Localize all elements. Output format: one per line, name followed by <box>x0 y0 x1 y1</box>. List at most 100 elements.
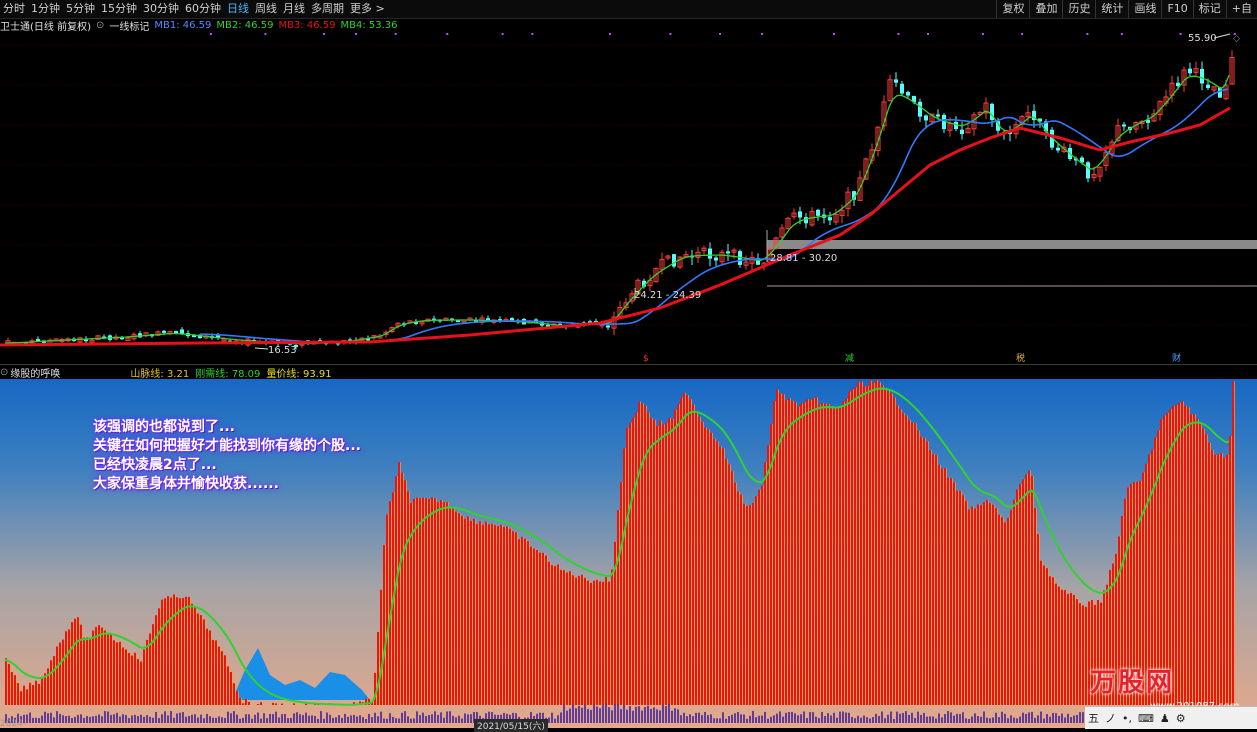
histogram-bar <box>59 642 61 705</box>
histogram-bar <box>728 464 730 705</box>
histogram-bar <box>590 582 592 705</box>
volume-bar <box>902 712 904 723</box>
histogram-bar <box>5 658 7 705</box>
histogram-bar <box>881 385 883 705</box>
volume-bar <box>110 714 112 723</box>
histogram-bar <box>947 477 949 705</box>
volume-bar <box>845 712 847 723</box>
histogram-bar <box>173 594 175 705</box>
volume-bar <box>251 718 253 723</box>
histogram-bar <box>1031 476 1033 705</box>
histogram-bar-edge <box>517 532 518 705</box>
histogram-bar-edge <box>1069 593 1070 705</box>
volume-bar <box>212 717 214 723</box>
histogram-bar-edge <box>943 468 944 705</box>
volume-bar <box>581 707 583 723</box>
indicator-chart[interactable] <box>0 0 1257 728</box>
histogram-bar-edge <box>187 596 188 705</box>
histogram-bar <box>1079 603 1081 705</box>
ime-icon-4[interactable]: ♟ <box>1160 712 1170 725</box>
overlay-line-2: 关键在如何把握好才能找到你有缘的个股... <box>93 438 361 454</box>
histogram-bar-edge <box>625 448 626 705</box>
histogram-bar-edge <box>838 407 839 705</box>
volume-bar <box>392 716 394 723</box>
histogram-bar-edge <box>121 641 122 705</box>
volume-bar <box>641 710 643 723</box>
histogram-bar-edge <box>916 423 917 705</box>
ime-icon-0[interactable]: 五 <box>1088 710 1099 726</box>
volume-bar <box>233 711 235 723</box>
volume-bar <box>368 713 370 723</box>
volume-bar <box>749 715 751 723</box>
volume-bar <box>770 716 772 723</box>
histogram-bar <box>608 581 610 705</box>
ime-icon-1[interactable]: ノ <box>1105 710 1116 726</box>
histogram-bar-edge <box>946 468 947 705</box>
histogram-bar <box>551 565 553 705</box>
histogram-bar <box>275 703 277 705</box>
histogram-bar-edge <box>700 416 701 705</box>
histogram-bar-edge <box>643 403 644 705</box>
histogram-bar <box>716 441 718 705</box>
histogram-bar-edge <box>10 663 11 705</box>
volume-bar <box>119 716 121 723</box>
histogram-bar-edge <box>136 652 137 705</box>
volume-bar <box>188 715 190 723</box>
ime-icon-3[interactable]: ⌨ <box>1138 712 1154 725</box>
volume-bar <box>620 709 622 723</box>
histogram-bar-edge <box>505 527 506 705</box>
histogram-bar <box>1076 599 1078 705</box>
histogram-bar-edge <box>817 397 818 705</box>
ime-icon-5[interactable]: ⚙ <box>1176 712 1186 725</box>
volume-bar <box>842 711 844 723</box>
histogram-bar <box>293 703 295 705</box>
histogram-bar <box>458 513 460 705</box>
histogram-bar <box>125 649 127 705</box>
volume-bar <box>344 713 346 723</box>
volume-bar <box>908 714 910 723</box>
volume-bar <box>560 712 562 723</box>
histogram-bar-edge <box>868 386 869 705</box>
histogram-bar-edge <box>283 703 284 705</box>
histogram-bar-edge <box>175 594 176 705</box>
histogram-bar-edge <box>565 570 566 705</box>
histogram-bar <box>140 661 142 705</box>
histogram-bar-edge <box>1009 517 1010 705</box>
ime-icon-2[interactable]: •, <box>1122 712 1132 725</box>
histogram-bar-edge <box>169 596 170 705</box>
histogram-bar-edge <box>739 491 740 705</box>
histogram-bar-edge <box>37 680 38 705</box>
histogram-bar-edge <box>133 655 134 705</box>
histogram-bar-edge <box>259 704 260 705</box>
histogram-bar <box>563 570 565 705</box>
histogram-bar <box>743 503 745 705</box>
histogram-bar <box>230 671 232 705</box>
histogram-bar-edge <box>490 524 491 705</box>
volume-bar <box>776 713 778 723</box>
histogram-bar-edge <box>814 397 815 705</box>
volume-bar <box>365 718 367 723</box>
histogram-bar-edge <box>670 417 671 705</box>
histogram-bar-edge <box>649 412 650 705</box>
volume-bar <box>176 713 178 723</box>
histogram-bar-edge <box>799 406 800 705</box>
volume-bar <box>209 716 211 723</box>
histogram-bar <box>767 444 769 705</box>
histogram-bar <box>32 685 34 705</box>
volume-bar <box>833 712 835 723</box>
histogram-bar <box>623 448 625 705</box>
histogram-bar-edge <box>91 637 92 705</box>
histogram-bar <box>164 598 166 705</box>
volume-bar <box>737 712 739 723</box>
histogram-bar-edge <box>1057 583 1058 705</box>
histogram-bar <box>647 412 649 705</box>
histogram-bar <box>137 659 139 705</box>
volume-bar <box>839 711 841 723</box>
volume-bar <box>548 717 550 723</box>
histogram-bar-edge <box>544 552 545 705</box>
volume-bar <box>284 713 286 723</box>
histogram-bar-edge <box>247 698 248 705</box>
volume-bar <box>704 712 706 723</box>
histogram-bar-edge <box>982 504 983 705</box>
histogram-bar-edge <box>964 495 965 705</box>
